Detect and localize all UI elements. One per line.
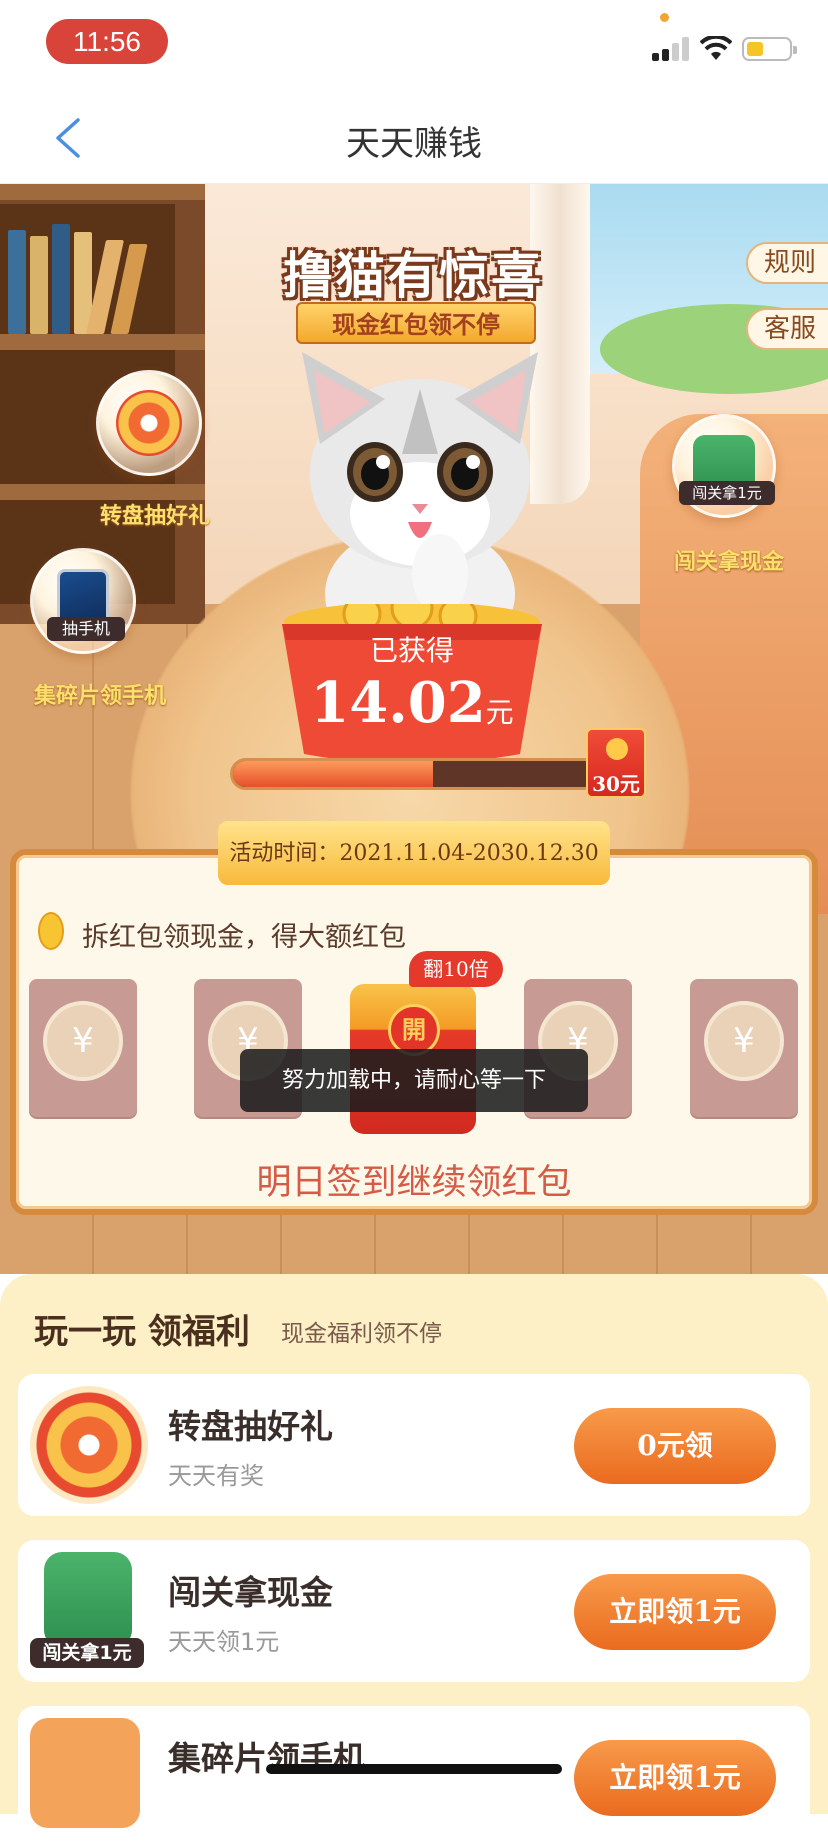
double-badge: 翻10倍 <box>409 951 503 987</box>
level-cash-icon-caption: 闯关拿1元 <box>30 1638 144 1668</box>
phone-icon <box>30 1718 140 1828</box>
status-time: 11:56 <box>46 19 168 64</box>
prize-red-packet[interactable]: 30元 <box>586 728 646 798</box>
phone-bubble[interactable]: 抽手机 <box>30 548 136 654</box>
page-title: 天天赚钱 <box>346 124 482 164</box>
earned-amount-value: 14.02 <box>310 670 486 736</box>
coin-icon <box>606 738 628 760</box>
rules-button[interactable]: 规则 <box>746 242 828 284</box>
phone-icon-caption: 抽手机 <box>47 617 125 641</box>
nav-bar: 天天赚钱 <box>0 88 828 184</box>
banner-ribbon: 现金红包领不停 <box>296 302 536 344</box>
level-cash-label[interactable]: 闯关拿现金 <box>674 544 784 576</box>
claim-button[interactable]: 立即领1元 <box>574 1740 776 1816</box>
cellular-signal-icon <box>652 37 690 61</box>
wifi-icon <box>700 36 732 60</box>
red-packet-envelope[interactable]: ¥ <box>690 979 798 1117</box>
claim-button[interactable]: 立即领1元 <box>574 1574 776 1650</box>
item-title: 转盘抽好礼 <box>168 1407 333 1446</box>
customer-service-button[interactable]: 客服 <box>746 308 828 350</box>
level-cash-icon-caption: 闯关拿1元 <box>679 481 775 505</box>
item-subtitle: 天天领1元 <box>168 1628 280 1656</box>
welfare-item-spin-wheel[interactable]: 转盘抽好礼 天天有奖 0元领 <box>18 1374 810 1516</box>
level-cash-bubble[interactable]: 闯关拿1元 <box>672 414 776 518</box>
spin-wheel-label[interactable]: 转盘抽好礼 <box>100 498 210 530</box>
privacy-indicator-dot <box>660 13 669 22</box>
earned-label: 已获得 <box>369 634 454 667</box>
spin-wheel-icon <box>30 1386 148 1504</box>
welfare-subtitle: 现金福利领不停 <box>281 1321 442 1347</box>
phone-label[interactable]: 集碎片领手机 <box>34 678 166 710</box>
signin-cta: 明日签到继续领红包 <box>256 1163 572 1203</box>
welfare-section: 玩一玩 领福利 现金福利领不停 转盘抽好礼 天天有奖 0元领 闯关拿1元 闯关拿… <box>0 1274 828 1848</box>
status-bar: 11:56 <box>0 0 828 88</box>
level-cash-icon <box>44 1552 132 1648</box>
activity-date-value: 2021.11.04-2030.12.30 <box>339 841 599 866</box>
yuan-icon: ¥ <box>704 1001 784 1081</box>
welfare-item-level-cash[interactable]: 闯关拿1元 闯关拿现金 天天领1元 立即领1元 <box>18 1540 810 1682</box>
battery-icon <box>742 37 797 61</box>
loading-toast: 努力加载中，请耐心等一下 <box>240 1049 588 1112</box>
claim-button[interactable]: 0元领 <box>574 1408 776 1484</box>
prize-label: 30元 <box>592 772 640 796</box>
spin-wheel-bubble[interactable] <box>96 370 202 476</box>
progress-fill <box>233 761 434 787</box>
red-packet-envelope[interactable]: ¥ <box>29 979 137 1117</box>
earned-amount: 14.02元 <box>262 670 562 736</box>
earnings-progress-bar <box>230 758 600 790</box>
welfare-item-phone[interactable]: 集碎片领手机 立即领1元 <box>18 1706 810 1848</box>
activity-date-label: 活动时间： <box>229 840 340 865</box>
item-title: 闯关拿现金 <box>168 1573 333 1612</box>
activity-date-tab: 活动时间：2021.11.04-2030.12.30 <box>218 821 610 885</box>
signin-hint: 拆红包领现金，得大额红包 <box>82 922 406 953</box>
banner-title: 撸猫有惊喜 <box>283 247 543 305</box>
yuan-icon: ¥ <box>43 1001 123 1081</box>
welfare-title: 玩一玩 领福利 <box>34 1312 250 1352</box>
earned-amount-unit: 元 <box>485 697 514 728</box>
home-indicator <box>266 1764 562 1774</box>
coin-icon <box>38 912 64 950</box>
spin-wheel-icon <box>116 390 182 456</box>
item-subtitle: 天天有奖 <box>168 1462 264 1490</box>
